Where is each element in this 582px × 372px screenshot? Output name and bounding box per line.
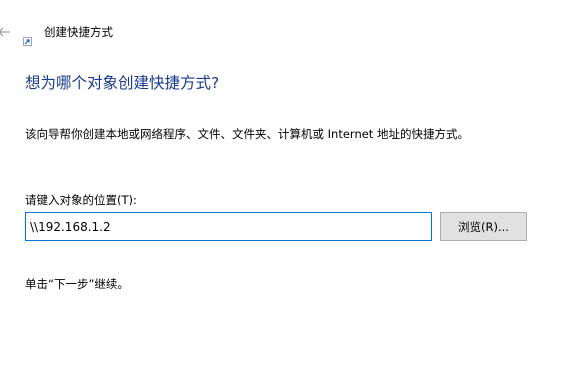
page-heading: 想为哪个对象创建快捷方式? <box>25 74 220 92</box>
next-step-hint: 单击“下一步”继续。 <box>25 277 129 291</box>
shortcut-icon <box>23 31 32 46</box>
browse-button[interactable]: 浏览(R)... <box>440 212 527 241</box>
location-input[interactable] <box>25 212 432 241</box>
window-title: 创建快捷方式 <box>44 25 113 39</box>
location-label: 请键入对象的位置(T): <box>25 193 137 207</box>
back-arrow-icon[interactable] <box>0 25 11 39</box>
wizard-description: 该向导帮你创建本地或网络程序、文件、文件夹、计算机或 Internet 地址的快… <box>25 127 469 141</box>
